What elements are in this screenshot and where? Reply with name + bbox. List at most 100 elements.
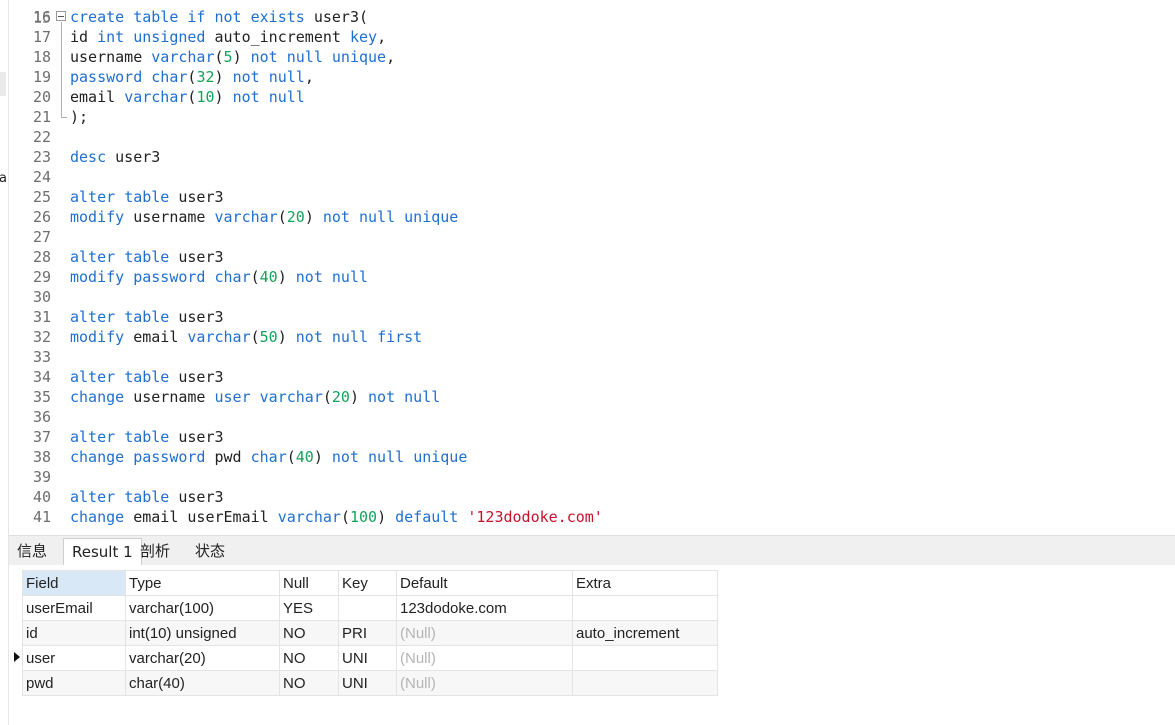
line-number: 24: [32, 168, 51, 186]
result-panel: Field Type Null Key Default Extra userEmail va…: [9, 565, 1175, 725]
sql-identifier: [251, 388, 260, 406]
sql-keyword: not: [295, 328, 323, 346]
code-text: email varchar(10) not null: [70, 87, 305, 107]
cell-type[interactable]: varchar(100): [125, 595, 280, 621]
code-line[interactable]: 34 alter table user3: [9, 367, 1175, 387]
sql-number: 40: [295, 448, 314, 466]
sql-identifier: email: [70, 88, 116, 106]
sql-identifier: user3: [178, 308, 224, 326]
code-line[interactable]: 22: [9, 127, 1175, 147]
cell-field[interactable]: id: [22, 620, 126, 646]
sql-editor[interactable]: 15 16 create table if not exists user3(17…: [9, 0, 1175, 530]
cell-field[interactable]: user: [22, 645, 126, 671]
sql-identifier: ): [214, 88, 224, 106]
table-row[interactable]: id int(10) unsigned NO PRI (Null) auto_increm…: [22, 620, 718, 646]
code-line[interactable]: 24: [9, 167, 1175, 187]
code-line[interactable]: 23 desc user3: [9, 147, 1175, 167]
sql-keyword: modify: [70, 268, 125, 286]
code-line[interactable]: 33: [9, 347, 1175, 367]
column-header-field[interactable]: Field: [22, 570, 126, 596]
code-line[interactable]: 25 alter table user3: [9, 187, 1175, 207]
code-line[interactable]: 16 create table if not exists user3(: [9, 7, 1175, 27]
code-line[interactable]: 38 change password pwd char(40) not null …: [9, 447, 1175, 467]
code-line[interactable]: 29 modify password char(40) not null: [9, 267, 1175, 287]
sql-identifier: [124, 208, 133, 226]
sql-identifier: [205, 8, 214, 26]
sql-keyword: table: [124, 488, 170, 506]
sql-identifier: [205, 268, 214, 286]
code-line[interactable]: 40 alter table user3: [9, 487, 1175, 507]
table-row[interactable]: user varchar(20) NO UNI (Null): [22, 645, 718, 671]
code-line[interactable]: 21);: [9, 107, 1175, 127]
cell-key[interactable]: UNI: [338, 645, 397, 671]
tab-profile[interactable]: 剖析: [132, 538, 178, 564]
sql-identifier: ): [304, 208, 314, 226]
code-line[interactable]: 32 modify email varchar(50) not null firs…: [9, 327, 1175, 347]
cell-field[interactable]: userEmail: [22, 595, 126, 621]
table-row[interactable]: pwd char(40) NO UNI (Null): [22, 670, 718, 696]
cell-type[interactable]: varchar(20): [125, 645, 280, 671]
code-line[interactable]: 26 modify username varchar(20) not null u…: [9, 207, 1175, 227]
cell-null[interactable]: YES: [279, 595, 339, 621]
cell-default[interactable]: (Null): [396, 645, 573, 671]
code-line[interactable]: 36: [9, 407, 1175, 427]
sql-identifier: [124, 388, 133, 406]
code-line[interactable]: 41 change email userEmail varchar(100) de…: [9, 507, 1175, 527]
sql-identifier: [323, 48, 332, 66]
code-line[interactable]: 28 alter table user3: [9, 247, 1175, 267]
cell-extra[interactable]: [572, 645, 718, 671]
code-line[interactable]: 30: [9, 287, 1175, 307]
code-text: alter table user3: [70, 307, 224, 327]
code-line[interactable]: 39: [9, 467, 1175, 487]
sql-keyword: password: [133, 268, 206, 286]
cell-default[interactable]: (Null): [396, 620, 573, 646]
cell-type[interactable]: int(10) unsigned: [125, 620, 280, 646]
code-line[interactable]: 37 alter table user3: [9, 427, 1175, 447]
code-line[interactable]: 35 change username user varchar(20) not n…: [9, 387, 1175, 407]
cell-type[interactable]: char(40): [125, 670, 280, 696]
cell-default[interactable]: 123dodoke.com: [396, 595, 573, 621]
cell-extra[interactable]: [572, 670, 718, 696]
column-header-null[interactable]: Null: [279, 570, 339, 596]
cell-extra[interactable]: auto_increment: [572, 620, 718, 646]
code-line[interactable]: 18 username varchar(5) not null unique,: [9, 47, 1175, 67]
cell-extra[interactable]: [572, 595, 718, 621]
code-line[interactable]: 17 id int unsigned auto_increment key,: [9, 27, 1175, 47]
cell-default[interactable]: (Null): [396, 670, 573, 696]
column-header-default[interactable]: Default: [396, 570, 573, 596]
sql-keyword: modify: [70, 208, 125, 226]
column-header-type[interactable]: Type: [125, 570, 280, 596]
sql-keyword: null: [404, 388, 441, 406]
cell-null[interactable]: NO: [279, 645, 339, 671]
fold-collapse-icon[interactable]: [56, 11, 66, 21]
sql-identifier: ,: [304, 68, 314, 86]
code-line[interactable]: 19 password char(32) not null,: [9, 67, 1175, 87]
result-grid[interactable]: Field Type Null Key Default Extra userEmail va…: [22, 570, 718, 696]
tab-status[interactable]: 状态: [187, 538, 233, 564]
cell-key[interactable]: [338, 595, 397, 621]
sql-number: 20: [286, 208, 305, 226]
code-line[interactable]: 27: [9, 227, 1175, 247]
line-number: 38: [32, 448, 51, 466]
code-line[interactable]: 31 alter table user3: [9, 307, 1175, 327]
cell-null[interactable]: NO: [279, 620, 339, 646]
cell-null[interactable]: NO: [279, 670, 339, 696]
tab-info[interactable]: 信息: [9, 538, 55, 564]
cell-key[interactable]: UNI: [338, 670, 397, 696]
code-text: alter table user3: [70, 367, 224, 387]
sql-identifier: [142, 68, 151, 86]
sql-identifier: id: [70, 28, 89, 46]
column-header-key[interactable]: Key: [338, 570, 397, 596]
table-row[interactable]: userEmail varchar(100) YES 123dodoke.com: [22, 595, 718, 621]
line-number: 37: [32, 428, 51, 446]
code-line[interactable]: 20 email varchar(10) not null: [9, 87, 1175, 107]
code-text: change password pwd char(40) not null un…: [70, 447, 467, 467]
column-header-extra[interactable]: Extra: [572, 570, 718, 596]
cell-key[interactable]: PRI: [338, 620, 397, 646]
sql-keyword: change: [70, 508, 125, 526]
fold-guide-line: [61, 22, 62, 117]
tab-result-1[interactable]: Result 1: [63, 538, 142, 566]
sql-identifier: [314, 208, 323, 226]
sql-number: 40: [259, 268, 278, 286]
cell-field[interactable]: pwd: [22, 670, 126, 696]
